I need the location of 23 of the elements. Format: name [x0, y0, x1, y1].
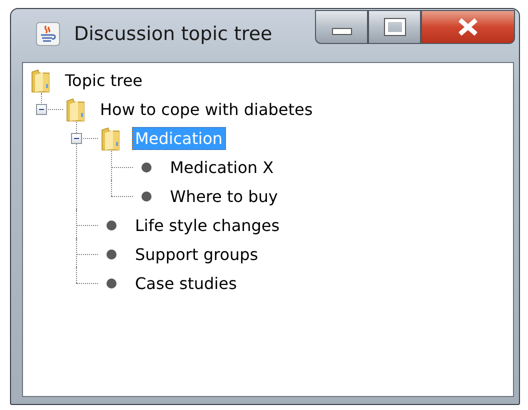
bullet-icon — [141, 162, 152, 173]
tree-item[interactable]: Life style changes — [132, 214, 283, 237]
close-button[interactable] — [421, 10, 515, 44]
collapse-toggle[interactable] — [36, 104, 47, 115]
tree-item[interactable]: Topic tree — [62, 69, 146, 92]
tree-item[interactable]: Support groups — [132, 243, 262, 266]
maximize-button[interactable] — [368, 10, 421, 44]
folder-icon — [101, 126, 121, 150]
bullet-icon — [106, 220, 117, 231]
close-icon — [458, 18, 478, 36]
tree-item[interactable]: Where to buy — [167, 185, 281, 208]
collapse-toggle[interactable] — [71, 133, 82, 144]
minimize-button[interactable] — [315, 10, 368, 44]
tree-item[interactable]: Case studies — [132, 272, 240, 295]
bullet-icon — [106, 278, 117, 289]
folder-icon — [31, 68, 51, 92]
bullet-icon — [141, 191, 152, 202]
folder-icon — [66, 98, 86, 122]
tree-item[interactable]: Medication X — [167, 156, 277, 179]
tree-item[interactable]: How to cope with diabetes — [97, 98, 316, 121]
bullet-icon — [106, 249, 117, 260]
app-icon — [36, 22, 60, 46]
window-title: Discussion topic tree — [74, 22, 272, 44]
